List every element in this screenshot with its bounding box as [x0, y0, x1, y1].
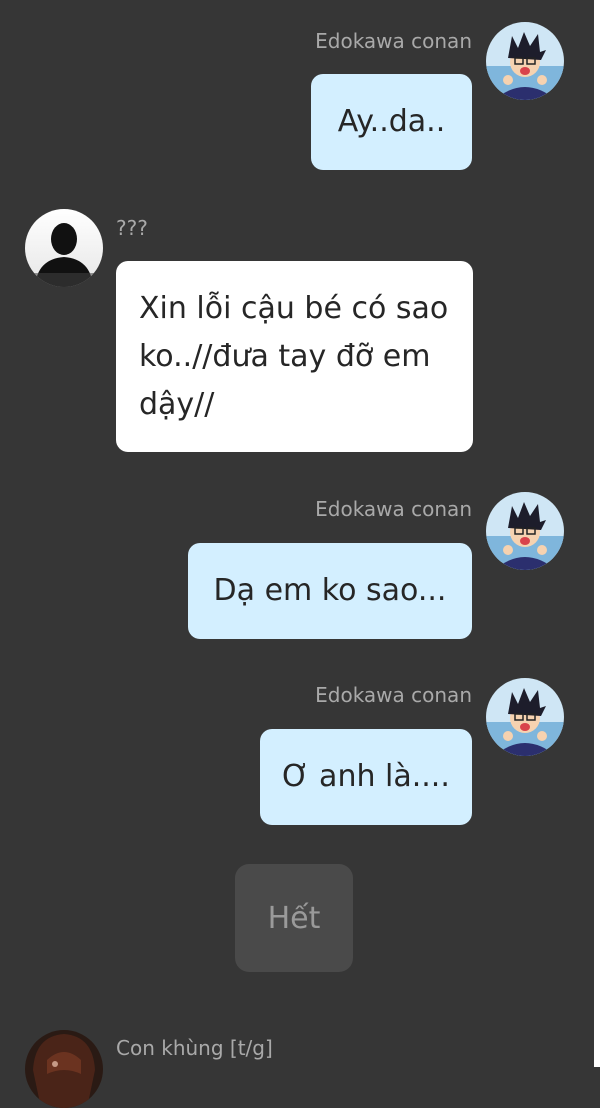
- chat-view: Edokawa conan Ay..da.. ??? Xin lỗi cậu b…: [0, 0, 600, 1108]
- sender-name: Con khùng [t/g]: [116, 1036, 273, 1060]
- sender-name: ???: [116, 216, 148, 240]
- sender-name: Edokawa conan: [315, 683, 472, 707]
- message-text: Dạ em ko sao...: [213, 573, 447, 608]
- end-label: Hết: [235, 864, 353, 972]
- message-bubble-own: Ay..da..: [311, 74, 472, 170]
- sender-name: Edokawa conan: [315, 497, 472, 521]
- message-bubble-other: Xin lỗi cậu bé có sao ko..//đưa tay đỡ e…: [116, 261, 473, 452]
- anime-boy-avatar-icon[interactable]: [486, 22, 564, 100]
- anime-boy-avatar-icon[interactable]: [486, 678, 564, 756]
- message-text: Ơ anh là....: [282, 759, 450, 794]
- anime-girl-avatar-icon[interactable]: [25, 1030, 103, 1108]
- sender-name: Edokawa conan: [315, 29, 472, 53]
- message-bubble-own: Dạ em ko sao...: [188, 543, 472, 639]
- silhouette-avatar-icon[interactable]: [25, 209, 103, 287]
- screen-edge: [594, 0, 600, 1067]
- message-text: Xin lỗi cậu bé có sao ko..//đưa tay đỡ e…: [139, 291, 449, 422]
- message-bubble-own: Ơ anh là....: [260, 729, 472, 825]
- anime-boy-avatar-icon[interactable]: [486, 492, 564, 570]
- message-text: Ay..da..: [337, 104, 446, 139]
